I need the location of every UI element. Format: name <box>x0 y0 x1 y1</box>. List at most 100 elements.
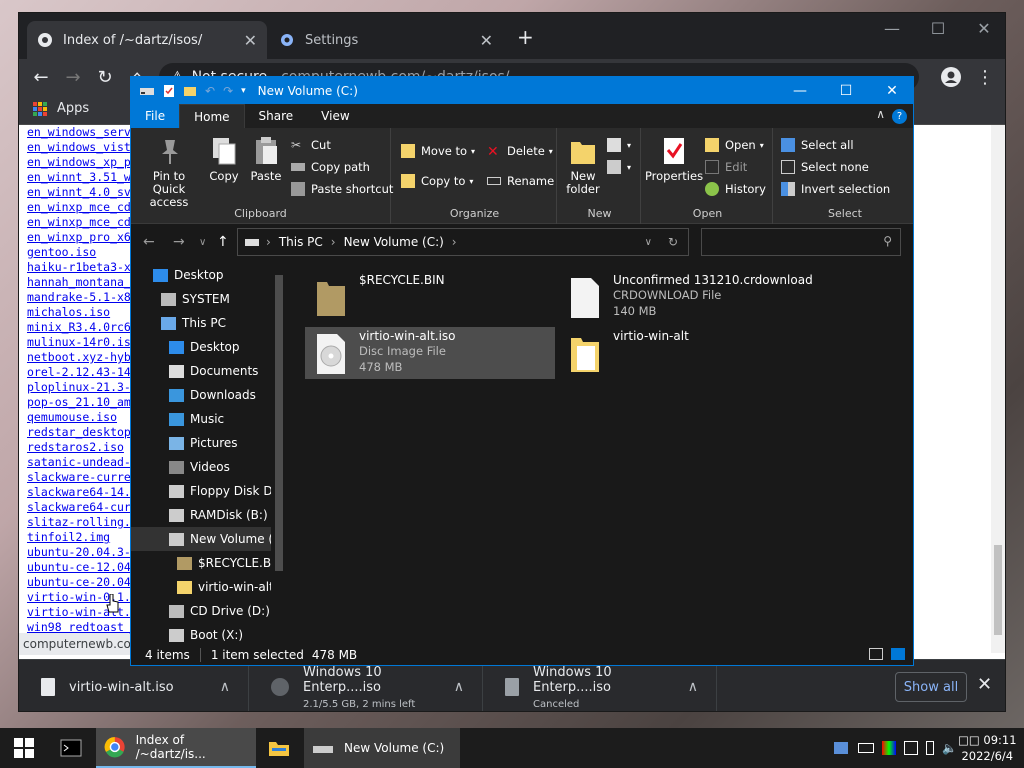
copy-button[interactable]: Copy <box>205 136 243 183</box>
nav-item[interactable]: virtio-win-alt <box>131 575 271 599</box>
tab-settings[interactable]: Settings ✕ <box>269 21 503 59</box>
file-item[interactable]: Unconfirmed 131210.crdownload CRDOWNLOAD… <box>559 271 849 323</box>
iso-file-link[interactable]: qemumouse.iso <box>27 410 139 425</box>
iso-file-link[interactable]: en_winnt_3.51_w <box>27 170 139 185</box>
forward-button[interactable]: → <box>61 65 85 89</box>
file-item-selected[interactable]: virtio-win-alt.iso Disc Image File 478 M… <box>305 327 555 379</box>
nav-item[interactable]: CD Drive (D:) <box>131 599 271 623</box>
iso-file-link[interactable]: satanic-undead- <box>27 455 139 470</box>
explorer-window-taskbar-button[interactable]: New Volume (C:) <box>304 728 460 768</box>
iso-file-link[interactable]: tinfoil2.img <box>27 530 139 545</box>
back-arrow-icon[interactable]: ← <box>143 234 155 250</box>
profile-avatar-icon[interactable] <box>939 65 963 89</box>
download-item[interactable]: Windows 10 Enterp....iso 2.1/5.5 GB, 2 m… <box>249 660 483 711</box>
scrollbar-thumb[interactable] <box>994 545 1002 635</box>
iso-file-link[interactable]: pop-os_21.10_am <box>27 395 139 410</box>
reload-button[interactable]: ↻ <box>93 65 117 89</box>
forward-arrow-icon[interactable]: → <box>173 234 185 250</box>
iso-file-link[interactable]: slackware64-cur <box>27 500 139 515</box>
pin-to-quick-access-button[interactable]: Pin to Quick access <box>137 136 201 209</box>
iso-file-link[interactable]: orel-2.12.43-14 <box>27 365 139 380</box>
page-scrollbar[interactable] <box>991 125 1005 653</box>
paste-button[interactable]: Paste <box>247 136 285 183</box>
nav-item[interactable]: Boot (X:) <box>131 623 271 643</box>
apps-shortcut[interactable]: Apps <box>33 101 89 116</box>
window-icon[interactable] <box>904 741 918 755</box>
iso-file-link[interactable]: virtio-win-alt. <box>27 605 139 620</box>
iso-file-link[interactable]: slackware64-14. <box>27 485 139 500</box>
network-icon[interactable] <box>834 742 848 754</box>
iso-file-link[interactable]: en_windows_serv <box>27 125 139 140</box>
nav-item[interactable]: Documents <box>131 359 271 383</box>
explorer-titlebar[interactable]: ↶ ↷ ▾ New Volume (C:) — ☐ ✕ <box>131 77 913 104</box>
tab-view[interactable]: View <box>307 104 363 128</box>
nav-item[interactable]: Videos <box>131 455 271 479</box>
iso-file-link[interactable]: minix_R3.4.0rc6 <box>27 320 139 335</box>
properties-button[interactable]: Properties <box>645 136 703 183</box>
invert-selection-button[interactable]: Invert selection <box>781 182 890 196</box>
large-icons-view-icon[interactable] <box>891 648 905 660</box>
download-item[interactable]: Windows 10 Enterp....iso Canceled ∧ <box>483 660 717 711</box>
nav-item[interactable]: Desktop <box>131 335 271 359</box>
tab-close-icon[interactable]: ✕ <box>244 31 257 50</box>
edit-button[interactable]: Edit <box>705 160 747 174</box>
redo-icon[interactable]: ↷ <box>223 84 233 98</box>
usb-icon[interactable] <box>926 741 934 755</box>
back-button[interactable]: ← <box>29 65 53 89</box>
breadcrumb-new-volume[interactable]: New Volume (C:) <box>344 235 444 249</box>
recent-locations-icon[interactable]: ∨ <box>199 237 206 248</box>
nav-item[interactable]: Downloads <box>131 383 271 407</box>
nav-item[interactable]: SYSTEM <box>131 287 271 311</box>
terminal-taskbar-button[interactable] <box>48 728 96 768</box>
nav-item[interactable]: $RECYCLE.BIN <box>131 551 271 575</box>
new-item-button[interactable]: ▾ <box>607 138 631 152</box>
iso-file-link[interactable]: virtio-win-0.1. <box>27 590 139 605</box>
new-tab-button[interactable]: + <box>517 25 534 49</box>
chrome-maximize-button[interactable]: ☐ <box>915 13 961 43</box>
iso-file-link[interactable]: slitaz-rolling. <box>27 515 139 530</box>
iso-file-link[interactable]: redstaros2.iso <box>27 440 139 455</box>
iso-file-link[interactable]: ploplinux-21.3- <box>27 380 139 395</box>
explorer-minimize-button[interactable]: — <box>777 77 823 104</box>
volume-muted-icon[interactable]: 🔈 <box>942 741 957 755</box>
chrome-taskbar-button[interactable]: Index of /~dartz/is... <box>96 728 256 768</box>
up-arrow-icon[interactable]: ↑ <box>217 234 229 250</box>
cut-button[interactable]: ✂ Cut <box>291 138 331 152</box>
iso-file-link[interactable]: redstar_desktop <box>27 425 139 440</box>
iso-file-link[interactable]: en_winxp_mce_cd <box>27 200 139 215</box>
color-display-icon[interactable] <box>882 741 896 755</box>
tab-close-icon[interactable]: ✕ <box>480 31 493 50</box>
chevron-up-icon[interactable]: ∧ <box>688 679 698 695</box>
nav-item[interactable]: This PC <box>131 311 271 335</box>
nav-item[interactable]: New Volume (C <box>131 527 271 551</box>
scrollbar-thumb[interactable] <box>275 275 283 571</box>
iso-file-link[interactable]: ubuntu-ce-20.04 <box>27 575 139 590</box>
customize-dropdown-icon[interactable]: ▾ <box>241 86 246 96</box>
new-folder-button[interactable]: New folder <box>563 136 603 196</box>
open-button[interactable]: Open ▾ <box>705 138 764 152</box>
file-item[interactable]: $RECYCLE.BIN <box>305 271 555 323</box>
nav-item[interactable]: Floppy Disk Dri <box>131 479 271 503</box>
iso-file-link[interactable]: haiku-r1beta3-x <box>27 260 139 275</box>
chrome-minimize-button[interactable]: — <box>869 13 915 43</box>
undo-icon[interactable]: ↶ <box>205 84 215 98</box>
iso-file-link[interactable]: mulinux-14r0.is <box>27 335 139 350</box>
help-icon[interactable]: ? <box>892 109 907 124</box>
properties-icon[interactable] <box>163 84 175 98</box>
nav-item[interactable]: Desktop <box>131 263 271 287</box>
chevron-up-icon[interactable]: ∧ <box>220 679 230 695</box>
nav-item[interactable]: RAMDisk (B:) <box>131 503 271 527</box>
breadcrumb-this-pc[interactable]: This PC <box>279 235 323 249</box>
explorer-maximize-button[interactable]: ☐ <box>823 77 869 104</box>
keyboard-icon[interactable] <box>858 743 874 753</box>
iso-file-link[interactable]: gentoo.iso <box>27 245 139 260</box>
iso-file-link[interactable]: en_winxp_pro_x6 <box>27 230 139 245</box>
paste-shortcut-button[interactable]: Paste shortcut <box>291 182 393 196</box>
tab-share[interactable]: Share <box>245 104 308 128</box>
iso-file-link[interactable]: ubuntu-20.04.3- <box>27 545 139 560</box>
close-download-shelf-icon[interactable]: ✕ <box>977 674 992 695</box>
copy-to-button[interactable]: Copy to ▾ <box>401 174 473 188</box>
download-item[interactable]: virtio-win-alt.iso ∧ <box>19 660 249 711</box>
copy-path-button[interactable]: Copy path <box>291 160 370 174</box>
select-all-button[interactable]: Select all <box>781 138 854 152</box>
